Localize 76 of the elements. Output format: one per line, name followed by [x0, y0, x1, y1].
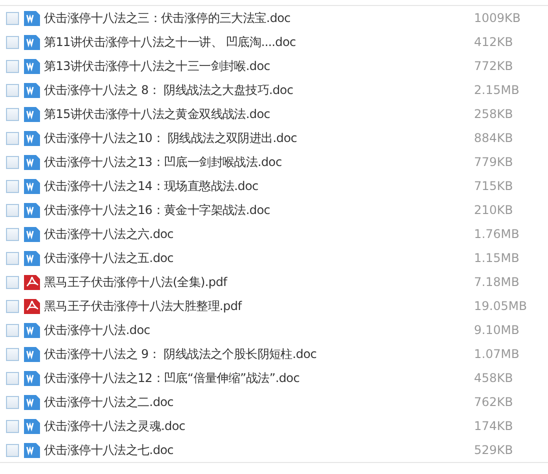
word-document-icon [24, 10, 40, 26]
file-name[interactable]: 黑马王子伏击涨停十八法(全集).pdf [44, 274, 464, 290]
checkbox[interactable] [6, 372, 19, 384]
file-name[interactable]: 第11讲伏击涨停十八法之十一讲、 凹底淘....doc [44, 34, 464, 50]
file-name[interactable]: 伏击涨停十八法之12：凹底“倍量伸缩”战法”.doc [44, 370, 464, 386]
checkbox[interactable] [6, 228, 19, 240]
word-document-icon [24, 226, 40, 242]
checkbox[interactable] [6, 252, 19, 264]
file-name[interactable]: 第15讲伏击涨停十八法之黄金双线战法.doc [44, 106, 464, 122]
word-document-icon [24, 322, 40, 338]
file-size: 1.15MB [474, 251, 520, 265]
pdf-document-icon [24, 298, 40, 314]
file-size: 2.15MB [474, 83, 520, 97]
file-name[interactable]: 伏击涨停十八法之14：现场直憨战法.doc [44, 178, 464, 194]
checkbox[interactable] [6, 132, 19, 144]
file-size: 772KB [474, 59, 514, 73]
word-document-icon [24, 58, 40, 74]
file-size: 1009KB [474, 11, 521, 25]
checkbox[interactable] [6, 108, 19, 120]
file-size: 1.76MB [474, 227, 520, 241]
word-document-icon [24, 250, 40, 266]
file-name[interactable]: 伏击涨停十八法之 8： 阴线战法之大盘技巧.doc [44, 82, 464, 98]
file-name[interactable]: 伏击涨停十八法之 9： 阴线战法之个股长阴短柱.doc [44, 346, 464, 362]
checkbox[interactable] [6, 396, 19, 408]
word-document-icon [24, 370, 40, 386]
file-size: 258KB [474, 107, 514, 121]
word-document-icon [24, 202, 40, 218]
file-size: 458KB [474, 371, 514, 385]
word-document-icon [24, 442, 40, 458]
checkbox[interactable] [6, 300, 19, 312]
file-name[interactable]: 伏击涨停十八法之三：伏击涨停的三大法宝.doc [44, 10, 464, 26]
checkbox[interactable] [6, 348, 19, 360]
checkbox[interactable] [6, 156, 19, 168]
file-name[interactable]: 第13讲伏击涨停十八法之十三一剑封喉.doc [44, 58, 464, 74]
word-document-icon [24, 106, 40, 122]
file-name[interactable]: 伏击涨停十八法.doc [44, 322, 464, 338]
checkbox[interactable] [6, 204, 19, 216]
file-size: 210KB [474, 203, 514, 217]
file-name[interactable]: 黑马王子伏击涨停十八法大胜整理.pdf [44, 298, 464, 314]
file-name[interactable]: 伏击涨停十八法之10： 阴线战法之双阴进出.doc [44, 130, 464, 146]
checkbox[interactable] [6, 444, 19, 456]
word-document-icon [24, 154, 40, 170]
file-size: 1.07MB [474, 347, 520, 361]
file-name[interactable]: 伏击涨停十八法之13：凹底一剑封喉战法.doc [44, 154, 464, 170]
word-document-icon [24, 34, 40, 50]
file-name[interactable]: 伏击涨停十八法之七.doc [44, 442, 464, 458]
file-size: 7.18MB [474, 275, 520, 289]
file-name[interactable]: 伏击涨停十八法之六.doc [44, 226, 464, 242]
file-size: 412KB [474, 35, 514, 49]
checkbox[interactable] [6, 180, 19, 192]
pdf-document-icon [24, 274, 40, 290]
checkbox[interactable] [6, 324, 19, 336]
file-size: 529KB [474, 443, 514, 457]
word-document-icon [24, 130, 40, 146]
file-name[interactable]: 伏击涨停十八法之二.doc [44, 394, 464, 410]
checkbox[interactable] [6, 60, 19, 72]
file-name[interactable]: 伏击涨停十八法之灵魂.doc [44, 418, 464, 434]
word-document-icon [24, 394, 40, 410]
file-size: 779KB [474, 155, 514, 169]
word-document-icon [24, 418, 40, 434]
file-size: 19.05MB [474, 299, 527, 313]
file-size: 715KB [474, 179, 514, 193]
file-size: 884KB [474, 131, 514, 145]
file-size: 9.10MB [474, 323, 520, 337]
file-size: 762KB [474, 395, 514, 409]
word-document-icon [24, 178, 40, 194]
word-document-icon [24, 82, 40, 98]
file-name[interactable]: 伏击涨停十八法之16：黄金十字架战法.doc [44, 202, 464, 218]
checkbox[interactable] [6, 84, 19, 96]
checkbox[interactable] [6, 276, 19, 288]
word-document-icon [24, 346, 40, 362]
checkbox[interactable] [6, 420, 19, 432]
checkbox[interactable] [6, 12, 19, 24]
file-name[interactable]: 伏击涨停十八法之五.doc [44, 250, 464, 266]
checkbox[interactable] [6, 36, 19, 48]
file-size: 174KB [474, 419, 514, 433]
